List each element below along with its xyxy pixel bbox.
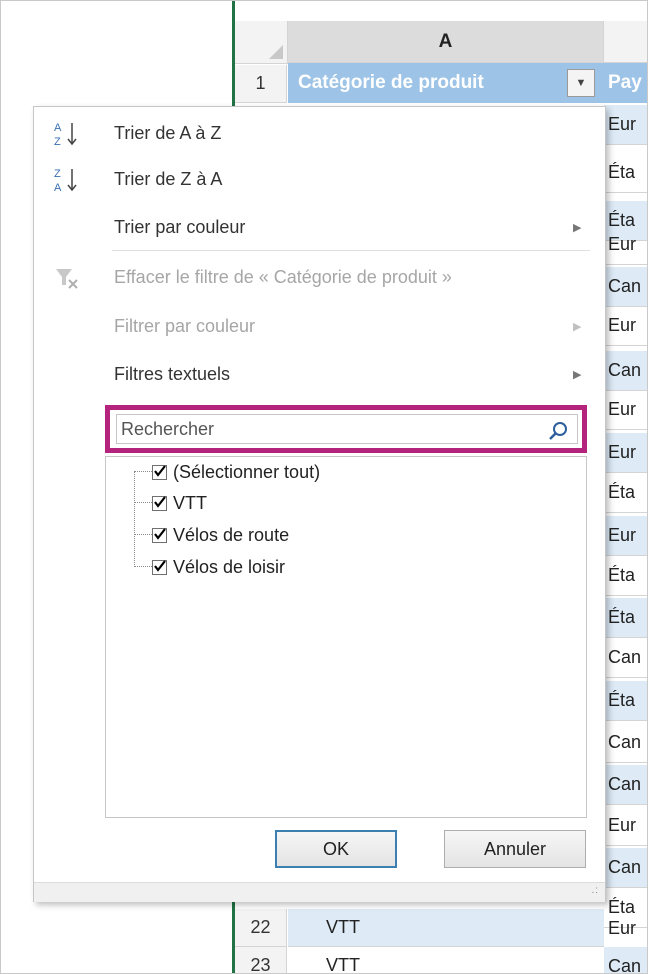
autofilter-dropdown: A Z Trier de A à Z Z A Trier de Z à A Tr…: [33, 106, 606, 902]
tree-line: [134, 534, 152, 535]
checkbox-checked[interactable]: [152, 464, 167, 480]
cell-b[interactable]: Can: [604, 848, 647, 888]
cell-b[interactable]: Can: [604, 638, 647, 678]
menu-item-sort-a-z[interactable]: A Z Trier de A à Z: [34, 111, 605, 155]
submenu-arrow-icon: ▶: [573, 368, 582, 381]
cell-b[interactable]: Eur: [604, 516, 647, 556]
cell-b[interactable]: Can: [604, 723, 647, 763]
cell-b[interactable]: Éta: [604, 556, 647, 596]
menu-label: Filtres textuels: [114, 363, 231, 384]
menu-label: Trier de A à Z: [114, 122, 222, 143]
search-icon: [549, 422, 567, 440]
search-placeholder: Rechercher: [121, 418, 215, 439]
row-header-1[interactable]: 1: [235, 65, 287, 103]
filter-option-label: Vélos de route: [173, 524, 290, 545]
cell-b23[interactable]: Can: [604, 947, 647, 973]
cell-b[interactable]: Éta: [604, 681, 647, 721]
tree-line: [134, 502, 152, 503]
cell-b[interactable]: Eur: [604, 390, 647, 430]
menu-separator: [112, 250, 590, 251]
row-header-23[interactable]: 23: [235, 947, 287, 973]
menu-label: Filtrer par couleur: [114, 315, 256, 336]
checkbox-checked[interactable]: [152, 559, 167, 575]
filter-option-label: (Sélectionner tout): [173, 461, 321, 482]
cell-b[interactable]: Eur: [604, 105, 647, 145]
menu-label: Trier par couleur: [114, 216, 246, 237]
header-cell-text: Catégorie de produit: [298, 72, 484, 93]
filter-option-velos-de-loisir[interactable]: Vélos de loisir: [152, 552, 285, 582]
window-frame: A 1 Catégorie de produit ▼ Pay Eur Éta É…: [0, 0, 648, 974]
cell-b22[interactable]: Eur: [604, 909, 647, 949]
menu-item-filter-by-color: Filtrer par couleur ▶: [34, 304, 605, 348]
resize-grip-icon: .:: [591, 885, 599, 896]
cell-a22[interactable]: VTT: [288, 909, 604, 947]
cell-b[interactable]: Éta: [604, 473, 647, 513]
svg-text:Z: Z: [54, 136, 61, 148]
select-all-corner[interactable]: [235, 21, 288, 64]
column-header-a[interactable]: A: [288, 21, 604, 63]
svg-text:Z: Z: [54, 168, 61, 180]
header-cell-country[interactable]: Pay: [604, 63, 647, 103]
menu-label: Effacer le filtre de « Catégorie de prod…: [114, 266, 452, 287]
clear-filter-icon: [56, 269, 78, 289]
svg-text:A: A: [54, 122, 62, 134]
row-header-22[interactable]: 22: [235, 909, 287, 947]
cell-b[interactable]: Eur: [604, 225, 647, 265]
sort-ascending-icon: A Z: [54, 122, 77, 148]
filter-option-label: Vélos de loisir: [173, 556, 286, 577]
cell-b[interactable]: Éta: [604, 598, 647, 638]
tree-line: [134, 566, 152, 567]
cancel-button[interactable]: Annuler: [444, 830, 586, 868]
resize-grip[interactable]: .:: [34, 882, 605, 902]
menu-item-text-filters[interactable]: Filtres textuels ▶: [34, 352, 605, 396]
search-input[interactable]: Rechercher: [116, 414, 578, 444]
filter-value-list: (Sélectionner tout) VTT Vélos de route V…: [105, 456, 587, 818]
filter-dropdown-button[interactable]: ▼: [567, 69, 595, 97]
filter-option-vtt[interactable]: VTT: [152, 488, 207, 518]
filter-option-select-all[interactable]: (Sélectionner tout): [152, 457, 320, 487]
cell-b[interactable]: Can: [604, 351, 647, 391]
menu-item-sort-by-color[interactable]: Trier par couleur ▶: [34, 205, 605, 249]
cell-b[interactable]: Can: [604, 267, 647, 307]
tree-line: [134, 471, 135, 567]
header-cell-product-category[interactable]: Catégorie de produit: [288, 63, 604, 103]
filter-option-label: VTT: [173, 492, 207, 513]
cell-b[interactable]: Éta: [604, 153, 647, 193]
column-header-b[interactable]: [604, 21, 647, 63]
cell-b[interactable]: Eur: [604, 806, 647, 846]
sort-descending-icon: Z A: [54, 168, 77, 194]
cell-b[interactable]: Can: [604, 765, 647, 805]
submenu-arrow-icon: ▶: [573, 221, 582, 234]
svg-text:A: A: [54, 182, 62, 194]
checkbox-checked[interactable]: [152, 495, 167, 511]
cell-b[interactable]: Eur: [604, 433, 647, 473]
tree-line: [134, 471, 152, 472]
cell-b[interactable]: Eur: [604, 306, 647, 346]
submenu-arrow-icon: ▶: [573, 320, 582, 333]
menu-label: Trier de Z à A: [114, 168, 223, 189]
menu-item-sort-z-a[interactable]: Z A Trier de Z à A: [34, 157, 605, 201]
filter-option-velos-de-route[interactable]: Vélos de route: [152, 520, 289, 550]
menu-item-clear-filter: Effacer le filtre de « Catégorie de prod…: [34, 255, 605, 299]
checkbox-checked[interactable]: [152, 527, 167, 543]
ok-button[interactable]: OK: [275, 830, 397, 868]
search-highlight: Rechercher: [105, 405, 587, 453]
cell-a23[interactable]: VTT: [288, 947, 604, 973]
